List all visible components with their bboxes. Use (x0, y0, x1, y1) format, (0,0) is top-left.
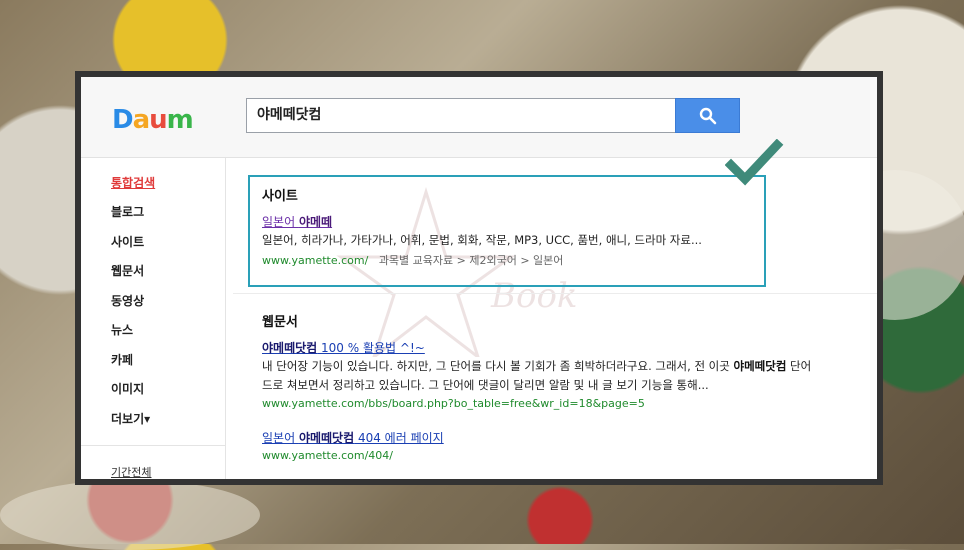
web-result-title[interactable]: 일본어 야메떼닷컴 404 에러 페이지 (262, 429, 444, 446)
sidebar-item-image[interactable]: 이미지 (111, 380, 144, 397)
web-result-title[interactable]: 야메떼닷컴 100 % 활용법 ^!~ (262, 339, 425, 356)
site-result-description: 일본어, 히라가나, 가타가나, 어휘, 문법, 회화, 작문, MP3, UC… (262, 233, 702, 247)
screenshot-frame: Daum 야메떼닷컴 통합검색 블로그 사이트 웹문서 동영상 뉴스 카페 이미… (75, 71, 883, 485)
site-result-breadcrumb: 과목별 교육자료 > 제2외국어 > 일본어 (378, 254, 564, 267)
sidebar-item-news[interactable]: 뉴스 (111, 321, 133, 338)
sidebar-item-integrated-search[interactable]: 통합검색 (111, 174, 155, 191)
sidebar-item-cafe[interactable]: 카페 (111, 351, 133, 368)
background-decoration (0, 480, 260, 550)
search-category-sidebar: 통합검색 블로그 사이트 웹문서 동영상 뉴스 카페 이미지 더보기▾ 기간전체 (81, 158, 226, 479)
checkmark-icon (725, 139, 784, 186)
sidebar-divider (81, 445, 225, 446)
chevron-down-icon: ▾ (144, 412, 151, 426)
sidebar-item-site[interactable]: 사이트 (111, 233, 144, 250)
search-button[interactable] (675, 98, 740, 133)
site-result-title[interactable]: 일본어 야메떼 (262, 213, 332, 230)
sidebar-item-web-docs[interactable]: 웹문서 (111, 262, 144, 279)
period-filter[interactable]: 기간전체 (111, 464, 151, 479)
web-section-title: 웹문서 (262, 315, 298, 330)
section-divider (233, 293, 877, 294)
search-input[interactable]: 야메떼닷컴 (246, 98, 676, 133)
web-result-url[interactable]: www.yamette.com/bbs/board.php?bo_table=f… (262, 397, 645, 410)
web-result-description: 내 단어장 기능이 있습니다. 하지만, 그 단어를 다시 볼 기회가 좀 희박… (262, 359, 812, 373)
web-result-url[interactable]: www.yamette.com/404/ (262, 449, 393, 462)
sidebar-item-video[interactable]: 동영상 (111, 292, 144, 309)
sidebar-item-more[interactable]: 더보기▾ (111, 410, 150, 427)
site-section-title: 사이트 (262, 189, 298, 204)
daum-search-page: Daum 야메떼닷컴 통합검색 블로그 사이트 웹문서 동영상 뉴스 카페 이미… (81, 77, 877, 479)
daum-logo[interactable]: Daum (112, 105, 194, 135)
web-result-description-line2: 드로 쳐보면서 정리하고 있습니다. 그 단어에 댓글이 달리면 알람 및 내 … (262, 378, 709, 392)
site-result-url[interactable]: www.yamette.com/ 과목별 교육자료 > 제2외국어 > 일본어 (262, 252, 563, 268)
sidebar-item-blog[interactable]: 블로그 (111, 203, 144, 220)
search-icon (699, 107, 717, 125)
